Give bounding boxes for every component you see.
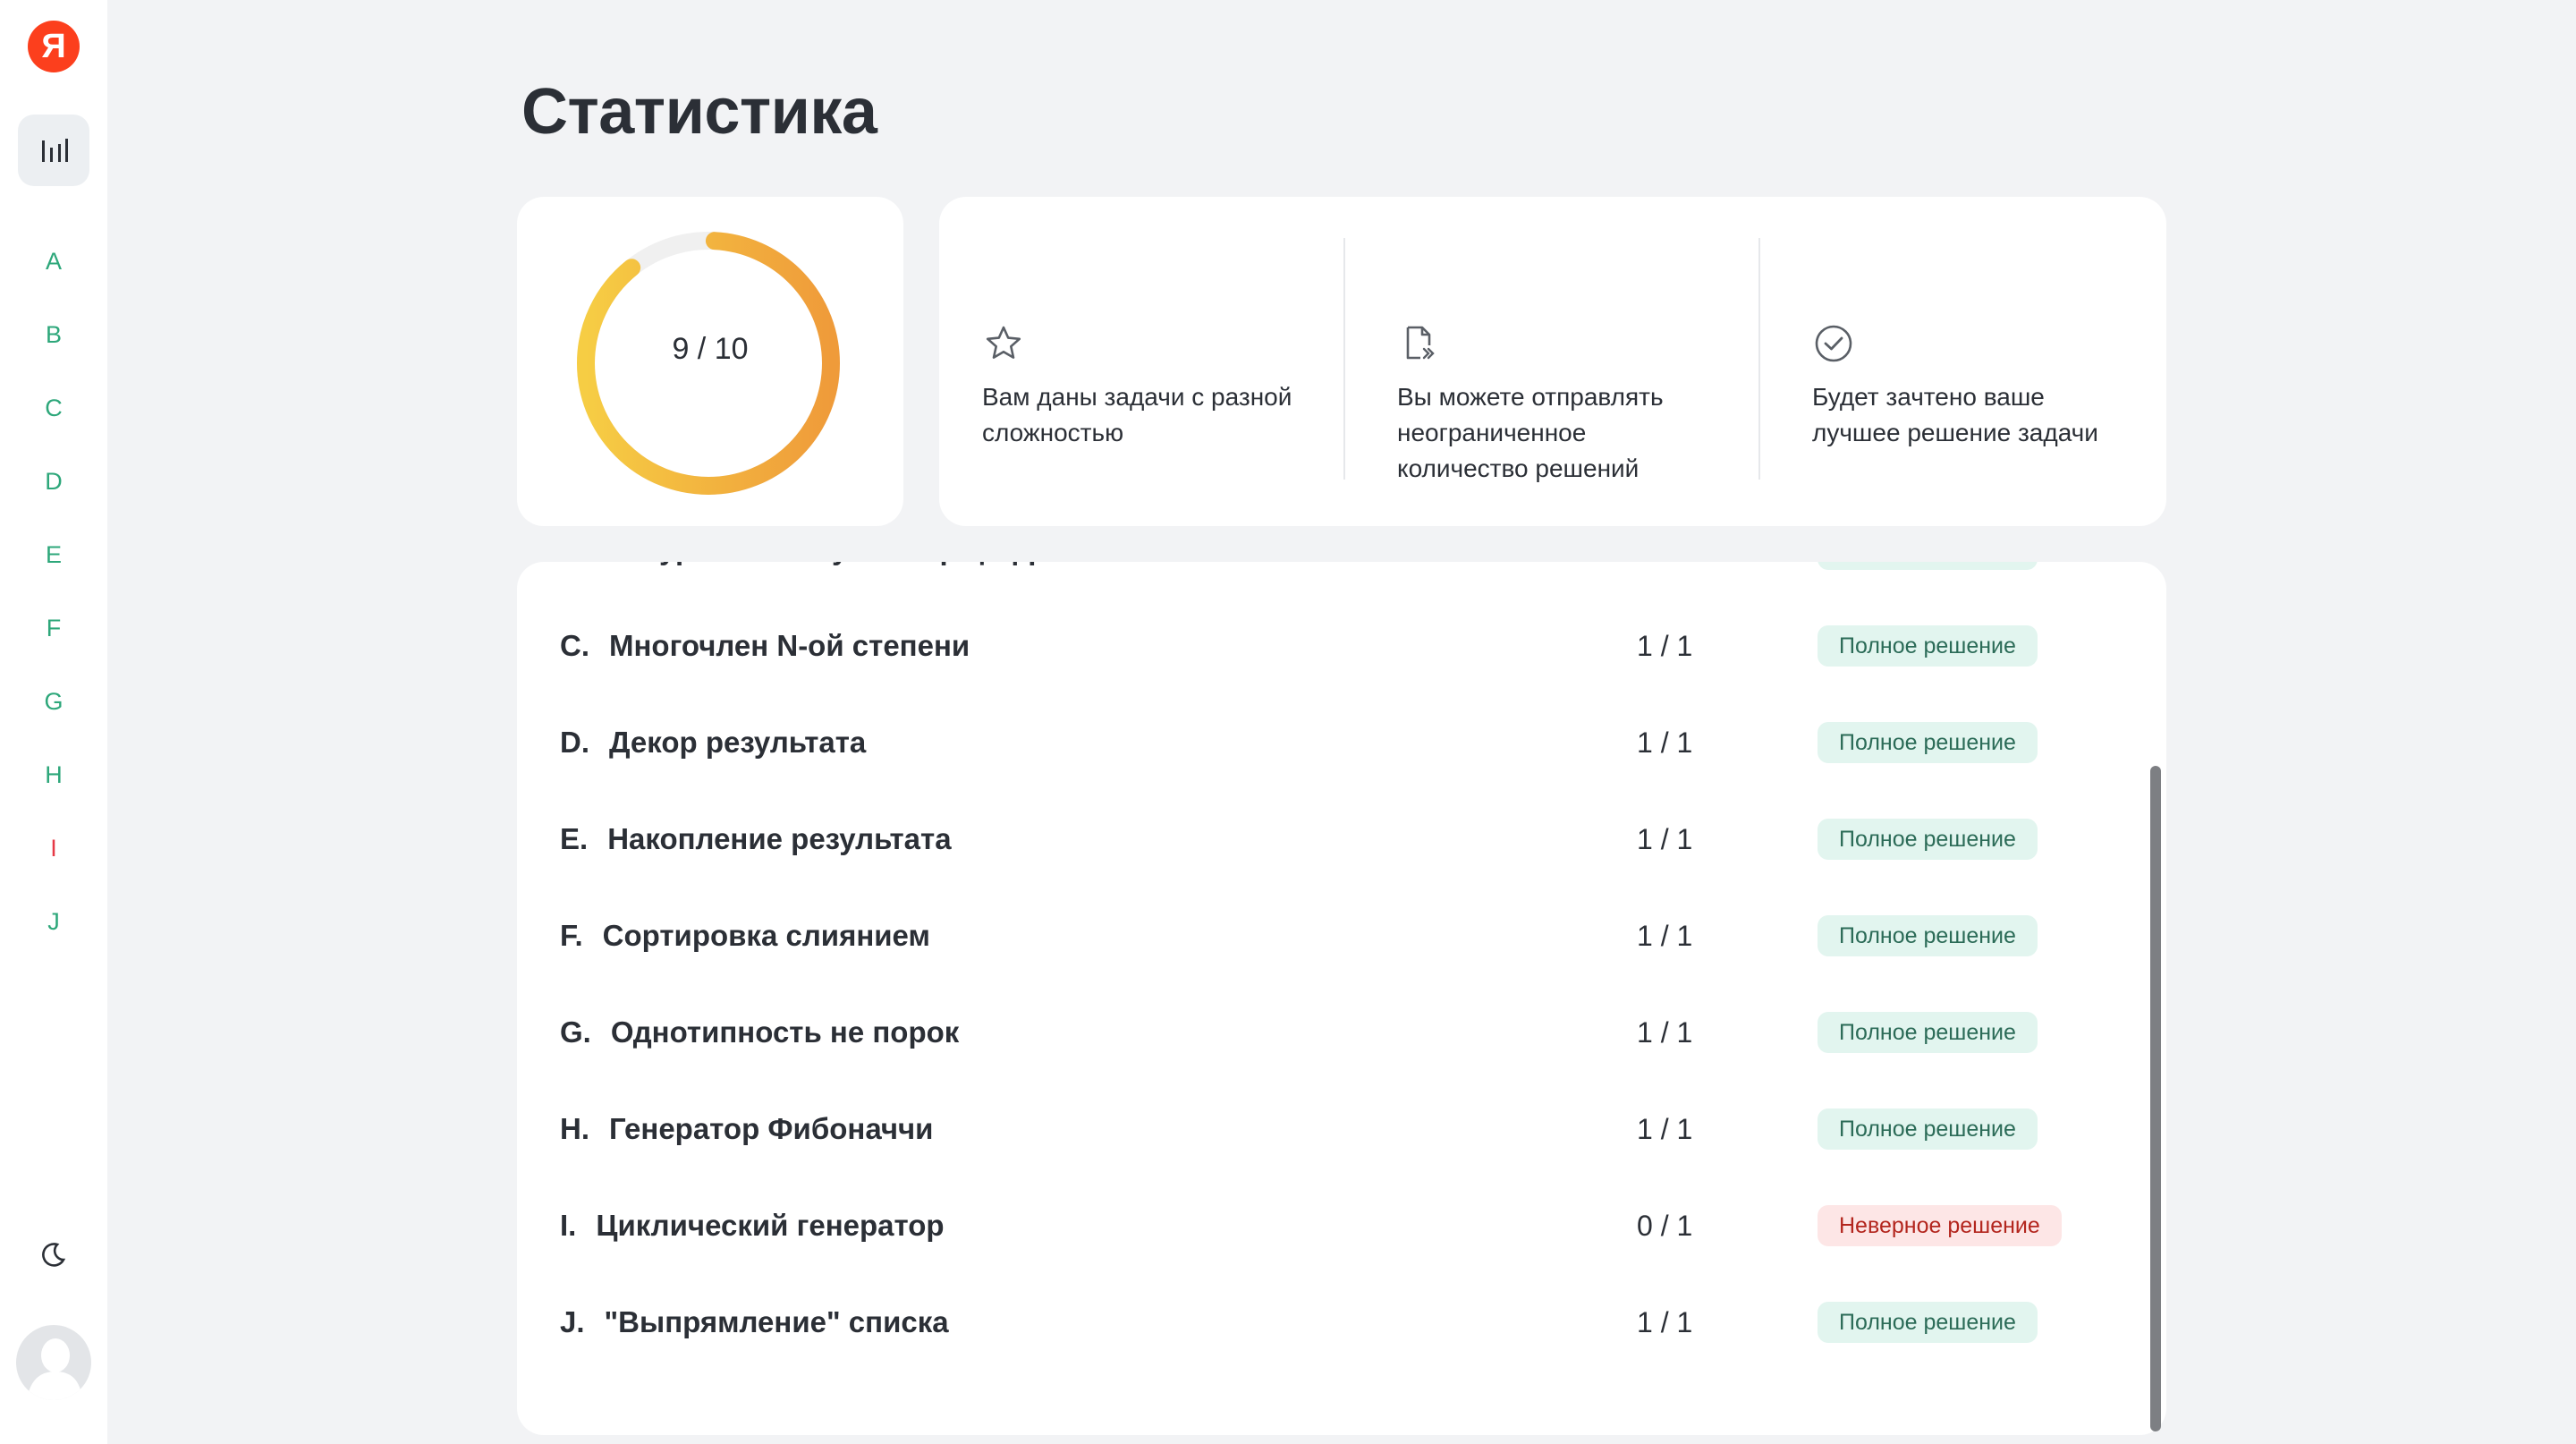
tasks-table: B. Рекурсивный сумматор цифр 1 / 1 Полное р…	[517, 562, 2166, 1435]
task-name[interactable]: D. Декор результата	[560, 694, 866, 791]
sidebar-task-h[interactable]: H	[0, 755, 107, 828]
task-title: Генератор Фибоначчи	[609, 1112, 934, 1145]
table-row[interactable]: I. Циклический генератор 0 / 1 Неверное реш…	[517, 1177, 2166, 1274]
task-title: "Выпрямление" списка	[604, 1305, 949, 1338]
task-code: H.	[560, 1112, 589, 1145]
task-score: 1 / 1	[1637, 822, 1693, 855]
status-badge: Полное решение	[1818, 562, 2038, 570]
task-code: G.	[560, 1015, 591, 1049]
status-badge: Полное решение	[1818, 1012, 2038, 1053]
scrollbar[interactable]	[2150, 766, 2161, 1431]
task-letter-nav: ABCDEFGHIJ	[0, 242, 107, 975]
task-code: J.	[560, 1305, 585, 1338]
status-badge: Неверное решение	[1818, 1205, 2062, 1246]
task-code: I.	[560, 1209, 577, 1242]
table-row[interactable]: B. Рекурсивный сумматор цифр 1 / 1 Полное р…	[517, 562, 2166, 598]
task-score: 1 / 1	[1637, 919, 1693, 952]
table-row[interactable]: G. Однотипность не порок 1 / 1 Полное решен…	[517, 984, 2166, 1081]
table-row[interactable]: C. Многочлен N-ой степени 1 / 1 Полное реше…	[517, 598, 2166, 694]
sidebar-task-d[interactable]: D	[0, 462, 107, 535]
status-badge: Полное решение	[1818, 819, 2038, 860]
bar-chart-icon[interactable]	[18, 115, 89, 186]
sidebar-task-e[interactable]: E	[0, 535, 107, 608]
task-name[interactable]: I. Циклический генератор	[560, 1177, 945, 1274]
status-badge: Полное решение	[1818, 1108, 2038, 1150]
status-badge: Полное решение	[1818, 915, 2038, 956]
sidebar: Я ABCDEFGHIJ	[0, 0, 107, 1444]
task-score: 1 / 1	[1637, 1112, 1693, 1145]
task-code: E.	[560, 822, 589, 855]
task-score: 0 / 1	[1637, 1209, 1693, 1242]
task-name[interactable]: C. Многочлен N-ой степени	[560, 598, 970, 694]
sidebar-task-b[interactable]: B	[0, 315, 107, 388]
yandex-logo[interactable]: Я	[28, 21, 80, 72]
task-score: 1 / 1	[1637, 1015, 1693, 1049]
task-title: Декор результата	[609, 726, 867, 759]
sidebar-task-a[interactable]: A	[0, 242, 107, 315]
table-row[interactable]: D. Декор результата 1 / 1 Полное решение	[517, 694, 2166, 791]
status-badge: Полное решение	[1818, 722, 2038, 763]
task-score: 1 / 1	[1637, 1305, 1693, 1338]
divider	[1758, 238, 1760, 480]
task-score: 1 / 1	[1637, 629, 1693, 662]
task-title: Однотипность не порок	[610, 1015, 960, 1049]
task-name[interactable]: F. Сортировка слиянием	[560, 888, 930, 984]
task-title: Многочлен N-ой степени	[609, 629, 970, 662]
table-row[interactable]: H. Генератор Фибоначчи 1 / 1 Полное решение	[517, 1081, 2166, 1177]
task-title: Сортировка слиянием	[602, 919, 930, 952]
task-score: 1 / 1	[1637, 726, 1693, 759]
moon-icon[interactable]	[36, 1236, 72, 1272]
status-badge: Полное решение	[1818, 1302, 2038, 1343]
rules-info-card: Вам даны задачи с разной сложностью Вы м…	[939, 197, 2166, 526]
table-row[interactable]: E. Накопление результата 1 / 1 Полное решен…	[517, 791, 2166, 888]
avatar[interactable]	[16, 1325, 91, 1400]
status-badge: Полное решение	[1818, 625, 2038, 667]
task-score: 1 / 1	[1637, 562, 1692, 598]
divider	[1343, 238, 1345, 480]
page-title: Статистика	[521, 76, 877, 148]
sidebar-task-i[interactable]: I	[0, 828, 107, 902]
sidebar-task-c[interactable]: C	[0, 388, 107, 462]
task-title: Циклический генератор	[596, 1209, 945, 1242]
info-item-submissions: Вы можете отправлять неограниченное коли…	[1397, 197, 1737, 526]
sidebar-task-j[interactable]: J	[0, 902, 107, 975]
task-name[interactable]: J. "Выпрямление" списка	[560, 1274, 949, 1371]
progress-value: 9 / 10	[672, 331, 749, 366]
task-code: C.	[560, 629, 589, 662]
info-text: Будет зачтено ваше лучшее решение задачи	[1812, 383, 2098, 446]
progress-card: 9 / 10	[517, 197, 903, 526]
task-name[interactable]: B. Рекурсивный сумматор цифр	[560, 562, 1046, 598]
task-name[interactable]: H. Генератор Фибоначчи	[560, 1081, 933, 1177]
info-text: Вам даны задачи с разной сложностью	[982, 383, 1292, 446]
task-name[interactable]: E. Накопление результата	[560, 791, 952, 888]
table-row[interactable]: J. "Выпрямление" списка 1 / 1 Полное решени…	[517, 1274, 2166, 1371]
check-circle-icon	[1812, 322, 1855, 365]
task-code: B.	[560, 562, 589, 566]
star-icon	[982, 322, 1025, 365]
task-name[interactable]: G. Однотипность не порок	[560, 984, 959, 1081]
info-item-best-solution: Будет зачтено ваше лучшее решение задачи	[1812, 197, 2134, 526]
document-send-icon	[1397, 322, 1440, 365]
info-text: Вы можете отправлять неограниченное коли…	[1397, 383, 1664, 482]
info-item-difficulty: Вам даны задачи с разной сложностью	[982, 197, 1304, 526]
task-code: D.	[560, 726, 589, 759]
table-row[interactable]: F. Сортировка слиянием 1 / 1 Полное решение	[517, 888, 2166, 984]
task-title: Накопление результата	[607, 822, 952, 855]
task-code: F.	[560, 919, 583, 952]
sidebar-task-g[interactable]: G	[0, 682, 107, 755]
sidebar-task-f[interactable]: F	[0, 608, 107, 682]
task-title: Рекурсивный сумматор цифр	[609, 562, 1046, 566]
